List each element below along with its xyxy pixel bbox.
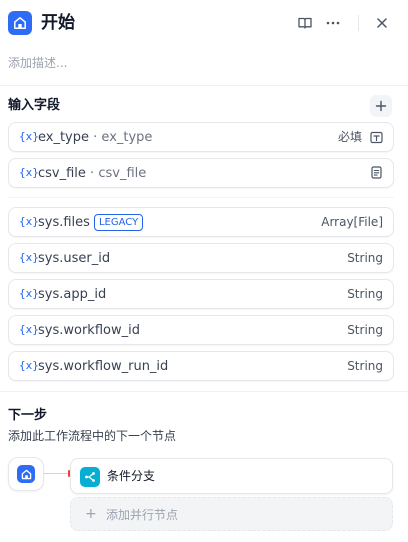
input-field-csv-file[interactable]: {x} csv_file · csv_file — [8, 158, 394, 188]
field-type: String — [347, 359, 383, 373]
field-type: Array[File] — [321, 215, 383, 229]
variable-icon: {x} — [19, 287, 39, 300]
field-name: ex_type — [38, 130, 90, 145]
system-field-workflow-id[interactable]: {x} sys.workflow_id String — [8, 315, 394, 345]
field-name: csv_file — [38, 166, 86, 181]
field-name: sys.user_id — [38, 251, 111, 266]
system-field-app-id[interactable]: {x} sys.app_id String — [8, 279, 394, 309]
required-badge: 必填 — [337, 130, 362, 144]
field-label: csv_file — [98, 166, 147, 181]
panel-title[interactable]: 开始 — [41, 10, 75, 36]
input-field-ex-type[interactable]: {x} ex_type · ex_type 必填 — [8, 122, 394, 152]
variable-icon: {x} — [19, 215, 39, 228]
system-field-user-id[interactable]: {x} sys.user_id String — [8, 243, 394, 273]
plus-icon: + — [85, 506, 97, 522]
plus-icon — [375, 100, 387, 112]
field-type: String — [347, 323, 383, 337]
field-label: ex_type — [101, 130, 153, 145]
next-step-title: 下一步 — [8, 408, 48, 423]
close-icon[interactable] — [373, 14, 391, 32]
field-type: String — [347, 287, 383, 301]
divider — [8, 197, 394, 198]
next-step-subtitle: 添加此工作流程中的下一个节点 — [8, 429, 177, 443]
system-field-workflow-run-id[interactable]: {x} sys.workflow_run_id String — [8, 351, 394, 381]
legacy-badge: LEGACY — [93, 214, 144, 231]
header-divider — [358, 15, 359, 31]
book-icon[interactable] — [296, 14, 314, 32]
next-node-label: 条件分支 — [107, 469, 156, 483]
start-node — [8, 457, 44, 491]
file-icon — [371, 166, 382, 179]
divider — [0, 391, 408, 392]
field-name: sys.app_id — [38, 287, 107, 302]
variable-icon: {x} — [19, 359, 39, 372]
text-field-icon — [370, 131, 383, 144]
field-name: sys.workflow_id — [38, 323, 140, 338]
system-field-files[interactable]: {x} sys.files LEGACY Array[File] — [8, 207, 394, 237]
next-node-if-else[interactable]: 条件分支 — [70, 458, 393, 494]
field-name: sys.files — [38, 215, 90, 230]
variable-icon: {x} — [19, 323, 39, 336]
variable-icon: {x} — [19, 166, 39, 179]
home-icon — [8, 11, 32, 35]
add-parallel-label: 添加并行节点 — [106, 508, 179, 522]
add-field-button[interactable] — [370, 95, 392, 117]
field-name: sys.workflow_run_id — [38, 359, 169, 374]
variable-icon: {x} — [19, 130, 39, 143]
more-icon[interactable] — [324, 14, 342, 32]
home-icon — [17, 465, 35, 483]
description-input[interactable]: 添加描述... — [8, 54, 67, 72]
field-type: String — [347, 251, 383, 265]
add-parallel-node-button[interactable]: + 添加并行节点 — [70, 497, 393, 531]
divider — [0, 85, 408, 86]
panel-header: 开始 — [0, 0, 408, 48]
connector-line — [44, 473, 70, 474]
variable-icon: {x} — [19, 251, 39, 264]
input-fields-title: 输入字段 — [8, 98, 61, 113]
branch-icon — [80, 467, 100, 487]
